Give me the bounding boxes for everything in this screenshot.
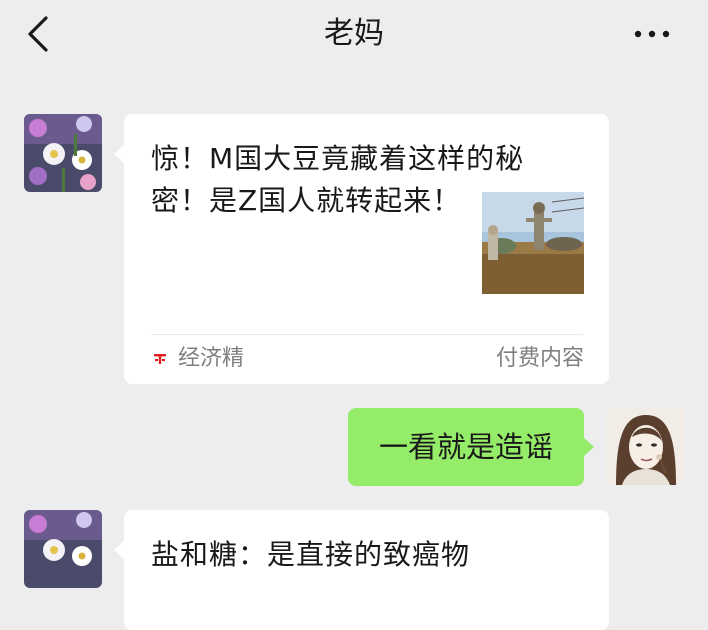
- contact-avatar[interactable]: [24, 510, 102, 588]
- chat-header: 老妈: [0, 0, 708, 68]
- more-dots-icon[interactable]: [632, 16, 672, 52]
- article-thumbnail: [482, 192, 584, 294]
- article-title: 盐和糖：是直接的致癌物: [151, 538, 471, 571]
- publisher-logo-icon: [154, 354, 166, 364]
- contact-avatar[interactable]: [24, 114, 102, 192]
- message-text: 一看就是造谣: [378, 430, 553, 464]
- my-message-bubble[interactable]: 一看就是造谣: [348, 408, 594, 486]
- article-card[interactable]: 惊！M国大豆竟藏着这样的秘密！是Z国人就转起来！ 经济精 付费内容: [114, 114, 609, 384]
- publisher-name: 经济精: [178, 346, 245, 371]
- article-card[interactable]: 盐和糖：是直接的致癌物: [114, 510, 609, 630]
- chat-title: 老妈: [324, 16, 384, 51]
- my-avatar[interactable]: [606, 407, 684, 485]
- paid-content-badge: 付费内容: [495, 346, 584, 371]
- card-divider: [151, 334, 583, 335]
